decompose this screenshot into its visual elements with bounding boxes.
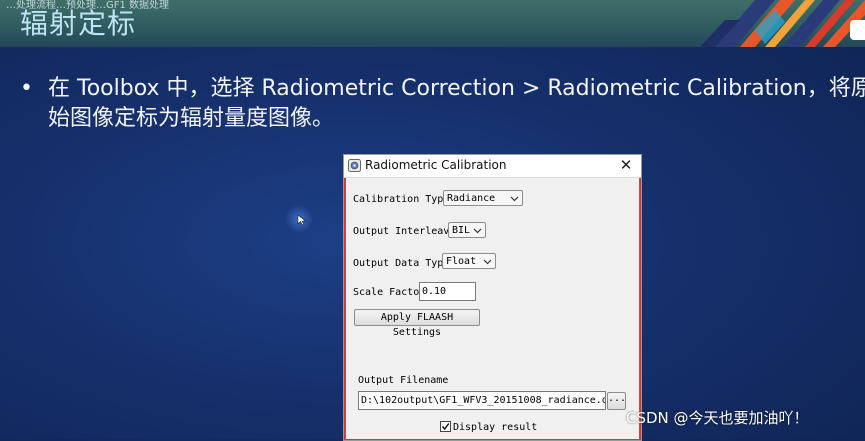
display-result-label: Display result — [453, 422, 538, 433]
mouse-pointer-icon — [297, 214, 307, 226]
bullet-dot: • — [20, 76, 33, 101]
output-data-type-select[interactable]: Float — [442, 253, 496, 269]
bullet-text: 在 Toolbox 中，选择 Radiometric Correction > … — [48, 76, 865, 131]
decorative-pattern-icon — [700, 0, 865, 47]
dialog-titlebar[interactable]: Radiometric Calibration ✕ — [344, 155, 641, 178]
apply-flaash-settings-button[interactable]: Apply FLAASH Settings — [354, 309, 480, 338]
dialog-title: Radiometric Calibration — [365, 158, 507, 172]
chevron-down-icon — [473, 228, 482, 234]
calibration-type-select[interactable]: Radiance — [443, 190, 523, 206]
display-result-checkbox[interactable] — [440, 421, 451, 432]
scale-factor-input[interactable]: 0.10 — [419, 282, 476, 301]
calibration-type-label: Calibration Type — [353, 194, 450, 205]
chevron-down-icon — [483, 259, 492, 265]
csdn-watermark: CSDN @今天也要加油吖！ — [626, 409, 809, 427]
output-interleave-select[interactable]: BIL — [448, 222, 486, 238]
output-data-type-value: Float — [446, 256, 477, 267]
output-filename-input[interactable]: D:\102output\GF1_WFV3_20151008_radiance.… — [358, 391, 606, 410]
close-button[interactable]: ✕ — [617, 156, 635, 174]
output-data-type-label: Output Data Type — [353, 258, 450, 269]
corner-tab — [850, 20, 865, 40]
scale-factor-label: Scale Factor — [353, 287, 426, 298]
output-interleave-value: BIL — [452, 225, 471, 236]
output-interleave-label: Output Interleave — [353, 226, 456, 237]
envi-app-icon — [348, 159, 361, 172]
chevron-down-icon — [510, 196, 519, 202]
checkmark-icon — [441, 423, 450, 431]
radiometric-calibration-dialog: Radiometric Calibration ✕ Calibration Ty… — [343, 154, 642, 441]
browse-button[interactable]: ... — [607, 392, 626, 410]
calibration-type-value: Radiance — [447, 193, 496, 204]
slide-title: 辐射定标 — [20, 7, 137, 40]
output-filename-label: Output Filename — [358, 375, 449, 386]
slide-header-band: …处理流程…预处理…GF1 数据处理 辐射定标 — [0, 0, 865, 47]
